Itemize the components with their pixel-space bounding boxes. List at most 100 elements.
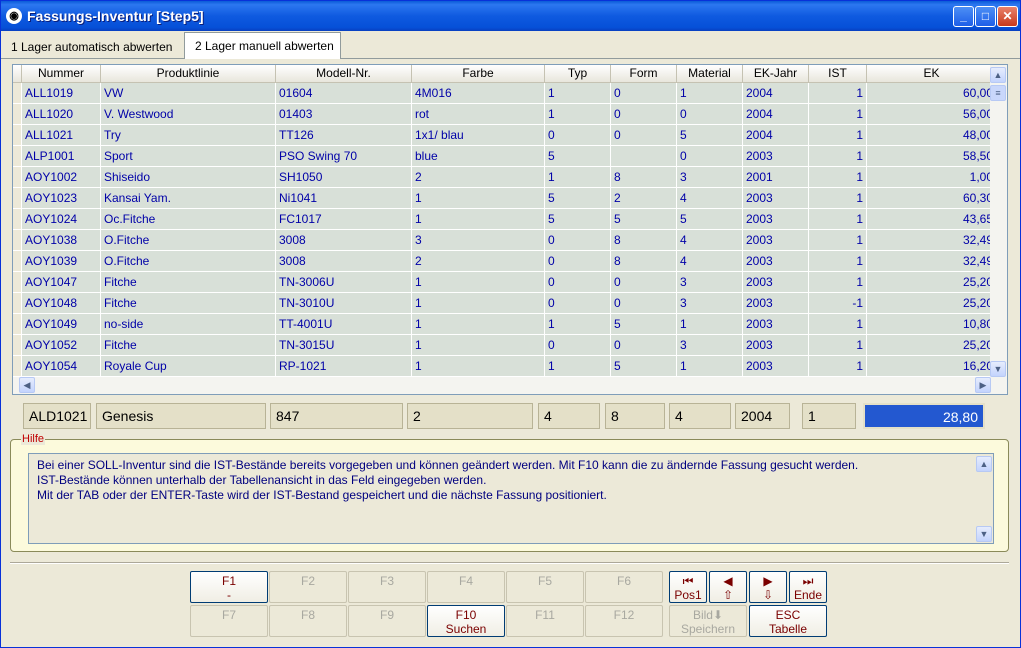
table-cell[interactable]: rot	[412, 104, 545, 125]
table-cell[interactable]: 4	[677, 251, 743, 272]
table-cell[interactable]: 1	[809, 125, 867, 146]
table-cell[interactable]: 1	[412, 293, 545, 314]
edit-field[interactable]: Genesis	[96, 403, 266, 429]
table-cell[interactable]: 1	[809, 251, 867, 272]
f3-button[interactable]: F3	[348, 571, 426, 603]
table-cell[interactable]: 10,80	[867, 314, 997, 335]
table-row[interactable]: ALL1021 Try TT126 1x1/ blau 0 0 5 2004 1 48,00	[13, 125, 997, 146]
table-cell[interactable]: 3008	[276, 230, 412, 251]
table-cell[interactable]: AOY1024	[22, 209, 101, 230]
f9-button[interactable]: F9	[348, 605, 426, 637]
table-cell[interactable]: Try	[101, 125, 276, 146]
table-row[interactable]: AOY1002 Shiseido SH1050 2 1 8 3 2001 1 1,00	[13, 167, 997, 188]
table-cell[interactable]: Oc.Fitche	[101, 209, 276, 230]
table-cell[interactable]: TN-3006U	[276, 272, 412, 293]
table-cell[interactable]: 3	[677, 293, 743, 314]
scroll-thumb[interactable]: ≡	[990, 85, 1006, 101]
vertical-scrollbar[interactable]: ▲ ≡ ▼	[990, 65, 1007, 379]
f12-button[interactable]: F12	[585, 605, 663, 637]
f11-button[interactable]: F11	[506, 605, 584, 637]
column-header[interactable]: Farbe	[412, 65, 545, 83]
table-cell[interactable]: 43,65	[867, 209, 997, 230]
table-cell[interactable]: 1	[809, 209, 867, 230]
table-cell[interactable]: TN-3010U	[276, 293, 412, 314]
edit-field[interactable]: 4	[669, 403, 731, 429]
table-cell[interactable]: 32,49	[867, 251, 997, 272]
row-selector[interactable]	[13, 356, 22, 377]
maximize-button[interactable]: □	[975, 6, 996, 27]
close-button[interactable]: ✕	[997, 6, 1018, 27]
table-row[interactable]: ALL1019 VW 01604 4M016 1 0 1 2004 1 60,00	[13, 83, 997, 104]
edit-field[interactable]: 2	[407, 403, 533, 429]
table-cell[interactable]: 0	[611, 104, 677, 125]
table-cell[interactable]: 2003	[743, 188, 809, 209]
table-cell[interactable]: 3008	[276, 251, 412, 272]
column-header[interactable]: Material	[677, 65, 743, 83]
table-cell[interactable]: 8	[611, 251, 677, 272]
table-row[interactable]: ALP1001 Sport PSO Swing 70 blue 5 0 2003 1 58,50	[13, 146, 997, 167]
table-cell[interactable]: 2003	[743, 314, 809, 335]
prev-button[interactable]: ◀ ⇧	[709, 571, 747, 603]
table-row[interactable]: AOY1023 Kansai Yam. Ni1041 1 5 2 4 2003 1 60,30	[13, 188, 997, 209]
edit-field[interactable]: 8	[605, 403, 665, 429]
edit-field[interactable]: 1	[802, 403, 856, 429]
column-header[interactable]: Modell-Nr.	[276, 65, 412, 83]
table-cell[interactable]: 4	[677, 230, 743, 251]
table-cell[interactable]: 0	[611, 272, 677, 293]
table-cell[interactable]: O.Fitche	[101, 251, 276, 272]
column-header[interactable]: EK-Jahr	[743, 65, 809, 83]
table-cell[interactable]: 1	[809, 272, 867, 293]
table-cell[interactable]: Fitche	[101, 335, 276, 356]
table-cell[interactable]: 3	[677, 335, 743, 356]
row-selector[interactable]	[13, 293, 22, 314]
table-row[interactable]: AOY1048 Fitche TN-3010U 1 0 0 3 2003 -1 25,20	[13, 293, 997, 314]
table-row[interactable]: AOY1024 Oc.Fitche FC1017 1 5 5 5 2003 1 43,65	[13, 209, 997, 230]
table-cell[interactable]: 2003	[743, 209, 809, 230]
table-cell[interactable]: 2	[611, 188, 677, 209]
table-cell[interactable]: 2001	[743, 167, 809, 188]
table-cell[interactable]: 25,20	[867, 335, 997, 356]
inventory-table[interactable]: Nummer Produktlinie Modell-Nr. Farbe Typ Form…	[12, 64, 1008, 395]
table-cell[interactable]: AOY1054	[22, 356, 101, 377]
f1-button[interactable]: F1-	[190, 571, 268, 603]
table-cell[interactable]: -1	[809, 293, 867, 314]
table-cell[interactable]: 5	[611, 356, 677, 377]
table-cell[interactable]: 1	[412, 272, 545, 293]
table-cell[interactable]: 1	[412, 314, 545, 335]
row-selector[interactable]	[13, 314, 22, 335]
table-cell[interactable]: VW	[101, 83, 276, 104]
table-cell[interactable]: 1	[545, 356, 611, 377]
table-cell[interactable]: 2004	[743, 83, 809, 104]
table-cell[interactable]: 1	[809, 356, 867, 377]
table-cell[interactable]: PSO Swing 70	[276, 146, 412, 167]
f2-button[interactable]: F2	[269, 571, 347, 603]
tab-manuell-abwerten[interactable]: 2 Lager manuell abwerten	[184, 32, 341, 59]
table-cell[interactable]: 0	[545, 335, 611, 356]
table-cell[interactable]: Shiseido	[101, 167, 276, 188]
table-cell[interactable]: 5	[611, 209, 677, 230]
table-cell[interactable]: 4	[677, 188, 743, 209]
table-cell[interactable]: 0	[545, 125, 611, 146]
table-cell[interactable]: 2	[412, 167, 545, 188]
table-cell[interactable]: 2004	[743, 125, 809, 146]
table-cell[interactable]: 1	[412, 335, 545, 356]
table-cell[interactable]: 1	[809, 104, 867, 125]
table-cell[interactable]: 1	[545, 314, 611, 335]
esc-tabelle-button[interactable]: ESC Tabelle	[749, 605, 827, 637]
table-cell[interactable]: 3	[677, 272, 743, 293]
title-bar[interactable]: ◉ Fassungs-Inventur [Step5] _ □ ✕	[1, 1, 1020, 31]
table-cell[interactable]: 1	[412, 356, 545, 377]
table-cell[interactable]: 2003	[743, 251, 809, 272]
row-selector[interactable]	[13, 230, 22, 251]
table-cell[interactable]: Fitche	[101, 272, 276, 293]
table-cell[interactable]: 1	[809, 314, 867, 335]
row-selector[interactable]	[13, 83, 22, 104]
table-cell[interactable]: 8	[611, 167, 677, 188]
row-selector[interactable]	[13, 209, 22, 230]
table-cell[interactable]: 56,00	[867, 104, 997, 125]
table-row[interactable]: AOY1047 Fitche TN-3006U 1 0 0 3 2003 1 25,20	[13, 272, 997, 293]
bild-speichern-button[interactable]: Bild⬇ Speichern	[669, 605, 747, 637]
table-cell[interactable]: no-side	[101, 314, 276, 335]
scroll-up-icon[interactable]: ▲	[990, 67, 1006, 83]
row-selector[interactable]	[13, 188, 22, 209]
